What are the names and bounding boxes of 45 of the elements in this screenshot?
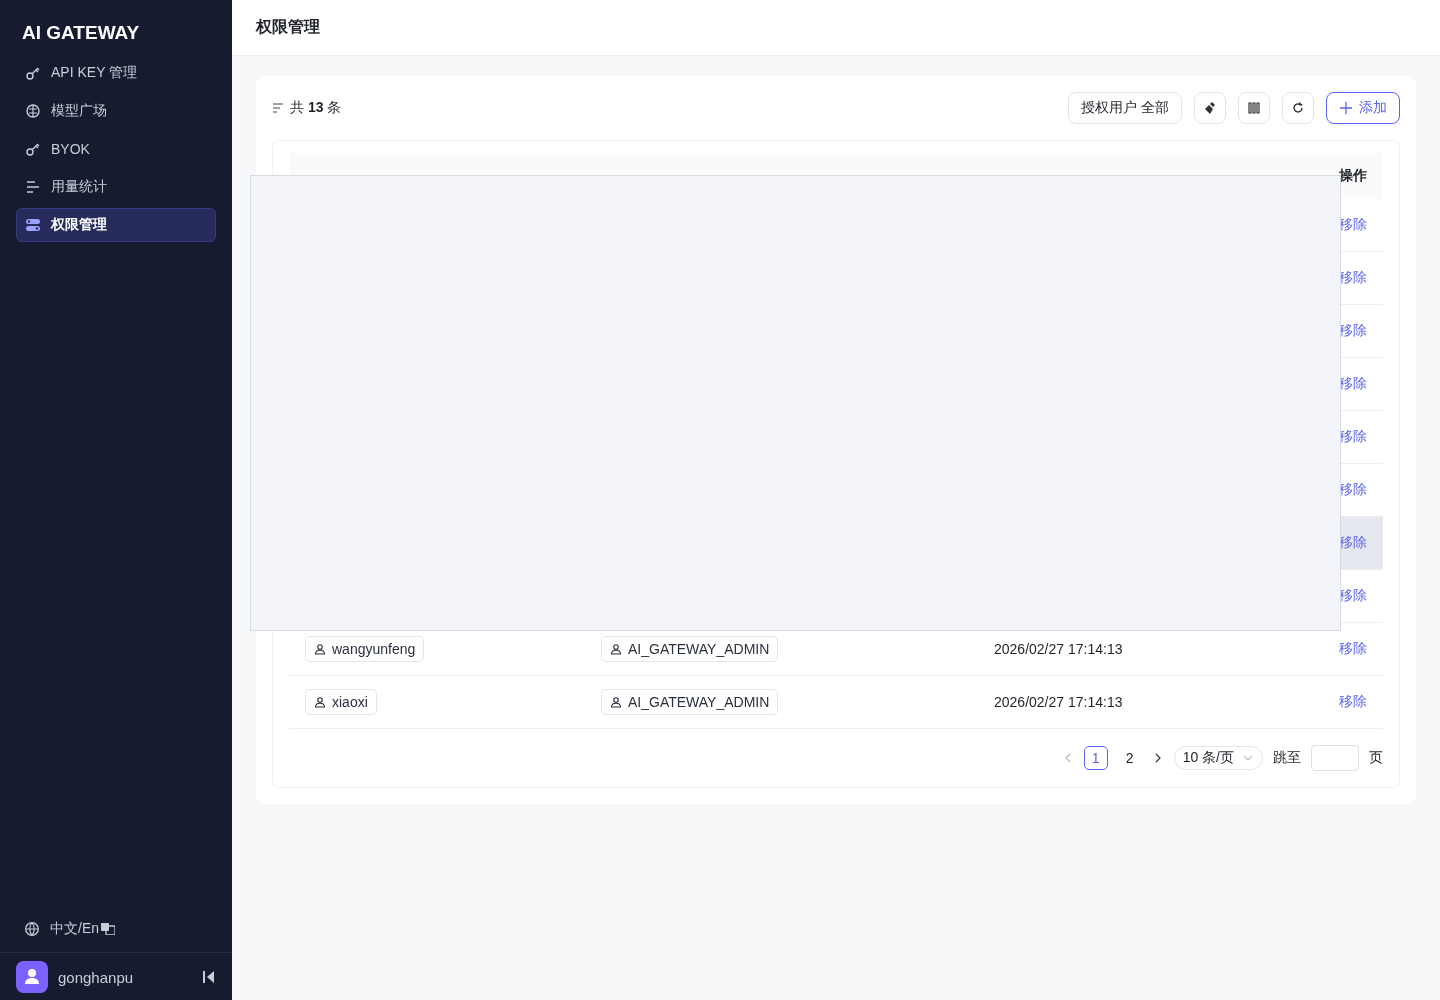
page-input[interactable]: [1311, 745, 1359, 771]
key-icon: [25, 141, 41, 157]
total-count: 共 13 条: [290, 99, 342, 117]
table-cell: 2026/02/27 17:14:13: [994, 641, 1123, 657]
remove-link[interactable]: 移除: [1339, 640, 1367, 658]
columns-icon: [1247, 101, 1261, 115]
user-tag: wangyunfeng: [305, 636, 425, 662]
user-icon: [314, 643, 326, 655]
remove-link[interactable]: 移除: [1339, 693, 1367, 711]
column-header: 操作: [1339, 153, 1383, 199]
sidebar-item[interactable]: 权限管理: [16, 208, 216, 242]
add-button[interactable]: 添加: [1326, 92, 1400, 124]
toggle-icon: [25, 217, 41, 233]
table-cell: 2026/02/27 17:14:13: [994, 694, 1123, 710]
key-icon: [25, 65, 41, 81]
translate-icon[interactable]: [101, 923, 115, 935]
collapse-icon[interactable]: [202, 970, 216, 984]
role-tag: AI_GATEWAY_ADMIN: [601, 689, 779, 715]
sidebar-item[interactable]: 模型广场: [16, 94, 216, 128]
page-button[interactable]: 1: [1083, 746, 1108, 770]
user-icon: [610, 643, 622, 655]
app-logo: AI GATEWAY: [21, 21, 141, 45]
language-label[interactable]: 中文/En: [50, 920, 99, 938]
clear-button[interactable]: [1194, 92, 1226, 124]
user-tag: xiaoxi: [305, 689, 377, 715]
globe-icon[interactable]: [24, 921, 40, 937]
page-title: 权限管理: [256, 17, 320, 37]
jump-label: 跳至: [1273, 749, 1301, 767]
user-icon: [314, 696, 326, 708]
columns-button[interactable]: [1238, 92, 1270, 124]
plus-icon: [1339, 101, 1353, 115]
page-button[interactable]: 2: [1117, 746, 1142, 770]
refresh-button[interactable]: [1282, 92, 1314, 124]
sidebar-item[interactable]: 用量统计: [16, 170, 216, 204]
user-name: gonghanpu: [58, 968, 135, 986]
list-icon: [272, 102, 284, 114]
role-tag: AI_GATEWAY_ADMIN: [601, 636, 779, 662]
user-icon: [610, 696, 622, 708]
sidebar-item[interactable]: BYOK: [16, 132, 216, 166]
bars-icon: [25, 179, 41, 195]
avatar-icon[interactable]: [16, 961, 48, 993]
refresh-icon: [1291, 101, 1305, 115]
filter-button[interactable]: 授权用户 全部: [1068, 92, 1182, 124]
sidebar-item[interactable]: API KEY 管理: [16, 56, 216, 90]
page-label: 页: [1369, 749, 1383, 767]
